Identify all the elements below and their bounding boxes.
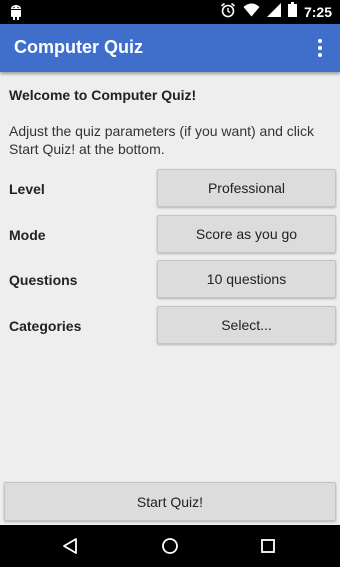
app-title: Computer Quiz bbox=[14, 37, 143, 57]
level-label: Level bbox=[9, 181, 45, 197]
mode-button[interactable]: Score as you go bbox=[157, 215, 336, 253]
questions-label: Questions bbox=[9, 272, 78, 288]
battery-icon bbox=[287, 2, 297, 22]
more-vert-icon[interactable] bbox=[308, 36, 332, 60]
categories-label: Categories bbox=[9, 318, 82, 334]
start-quiz-button[interactable]: Start Quiz! bbox=[4, 482, 336, 521]
app-bar: Computer Quiz bbox=[0, 24, 340, 72]
level-button[interactable]: Professional bbox=[157, 169, 336, 207]
nav-bar bbox=[0, 525, 340, 567]
android-icon bbox=[9, 4, 23, 20]
alarm-icon bbox=[220, 2, 236, 23]
signal-icon bbox=[266, 2, 281, 22]
home-icon[interactable] bbox=[160, 536, 180, 556]
intro-text: Adjust the quiz parameters (if you want)… bbox=[9, 123, 315, 157]
recents-icon[interactable] bbox=[258, 536, 278, 556]
clock-time: 7:25 bbox=[303, 4, 332, 20]
wifi-icon bbox=[243, 3, 260, 22]
welcome-heading: Welcome to Computer Quiz! bbox=[9, 87, 197, 103]
back-icon[interactable] bbox=[60, 536, 80, 556]
categories-button[interactable]: Select... bbox=[157, 306, 336, 344]
status-bar: 7:25 bbox=[0, 0, 340, 24]
questions-button[interactable]: 10 questions bbox=[157, 260, 336, 298]
mode-label: Mode bbox=[9, 227, 46, 243]
